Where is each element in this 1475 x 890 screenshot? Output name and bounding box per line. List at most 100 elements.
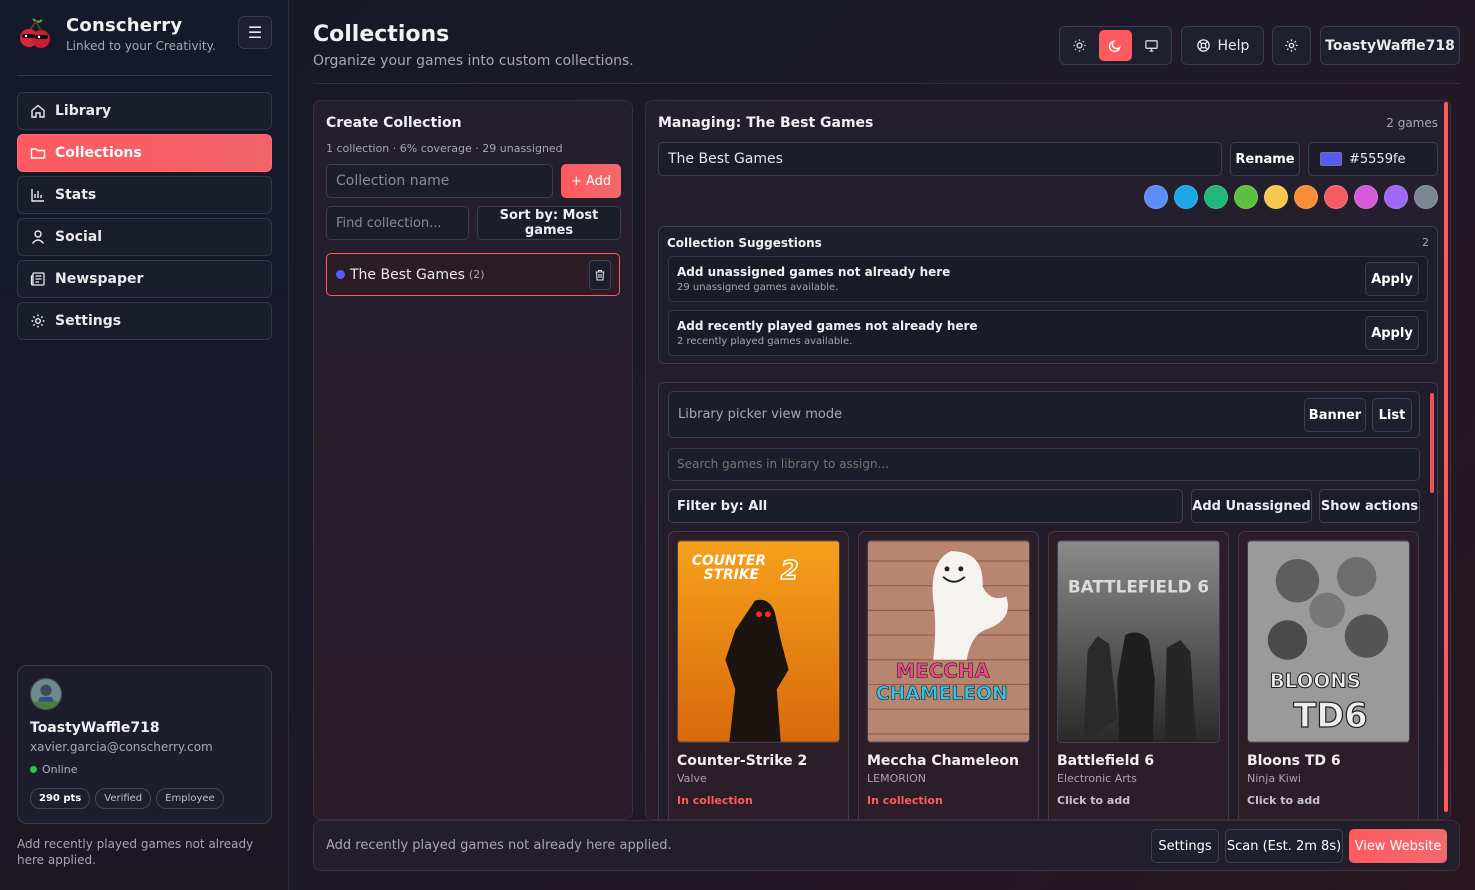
user-icon bbox=[30, 229, 46, 245]
app-name: Conscherry bbox=[66, 15, 183, 36]
color-swatch-option[interactable] bbox=[1354, 185, 1378, 209]
show-actions-button[interactable]: Show actions bbox=[1319, 489, 1420, 523]
picker-scrollbar[interactable] bbox=[1430, 393, 1434, 493]
avatar bbox=[30, 678, 62, 710]
sidebar-toast-message: Add recently played games not already he… bbox=[17, 837, 254, 867]
color-swatch-option[interactable] bbox=[1384, 185, 1408, 209]
light-theme-button[interactable] bbox=[1063, 30, 1096, 61]
newspaper-icon bbox=[30, 271, 46, 287]
apply-suggestion-button[interactable]: Apply bbox=[1365, 262, 1419, 296]
suggestion-item: Add unassigned games not already here 29… bbox=[668, 256, 1428, 302]
sidebar-item-newspaper[interactable]: Newspaper bbox=[17, 260, 272, 298]
system-theme-button[interactable] bbox=[1135, 30, 1168, 61]
apply-suggestion-button[interactable]: Apply bbox=[1365, 316, 1419, 350]
sidebar-item-stats[interactable]: Stats bbox=[17, 176, 272, 214]
add-collection-button[interactable]: + Add bbox=[561, 164, 621, 198]
theme-switcher bbox=[1059, 26, 1172, 65]
game-state: Click to add bbox=[1057, 794, 1131, 807]
game-grid: COUNTER STRIKE 2 Counter-Strike 2 Valve … bbox=[668, 531, 1419, 819]
collection-name-edit-input[interactable] bbox=[668, 151, 1221, 167]
divider bbox=[17, 75, 272, 76]
employee-badge: Employee bbox=[156, 788, 224, 809]
collection-list-item[interactable]: The Best Games (2) bbox=[326, 253, 620, 296]
sidebar-item-settings[interactable]: Settings bbox=[17, 302, 272, 340]
find-collection-field[interactable] bbox=[326, 206, 469, 240]
help-button[interactable]: Help bbox=[1181, 26, 1264, 65]
gear-icon bbox=[1285, 39, 1298, 52]
sidebar-nav: Library Collections Stats Social Newspap… bbox=[17, 92, 272, 344]
online-dot-icon bbox=[30, 766, 37, 773]
profile-name: ToastyWaffle718 bbox=[30, 720, 160, 736]
sidebar-item-label: Newspaper bbox=[55, 271, 144, 287]
game-card[interactable]: BATTLEFIELD 6 Battlefield 6 Electronic A… bbox=[1048, 531, 1229, 819]
status-message: Add recently played games not already he… bbox=[326, 838, 672, 853]
color-swatch-option[interactable] bbox=[1144, 185, 1168, 209]
list-view-button[interactable]: List bbox=[1372, 398, 1412, 432]
menu-toggle-button[interactable]: ☰ bbox=[238, 16, 272, 49]
game-search-input[interactable] bbox=[677, 457, 1407, 471]
profile-card[interactable]: ToastyWaffle718 xavier.garcia@conscherry… bbox=[17, 665, 272, 824]
suggestions-title: Collection Suggestions bbox=[667, 236, 822, 250]
suggestion-title: Add unassigned games not already here bbox=[677, 265, 951, 279]
verified-badge: Verified bbox=[95, 788, 152, 809]
color-swatch-option[interactable] bbox=[1174, 185, 1198, 209]
cover-text: 2 bbox=[781, 556, 799, 586]
sidebar-item-social[interactable]: Social bbox=[17, 218, 272, 256]
points-badge: 290 pts bbox=[30, 788, 91, 809]
color-swatch-option[interactable] bbox=[1264, 185, 1288, 209]
game-title: Bloons TD 6 bbox=[1247, 753, 1341, 769]
game-developer: Valve bbox=[677, 772, 707, 785]
color-picker-field[interactable]: #5559fe bbox=[1308, 142, 1438, 176]
filter-dropdown[interactable]: Filter by: All bbox=[668, 489, 1183, 523]
game-card[interactable]: BLOONS TD6 Bloons TD 6 Ninja Kiwi Click … bbox=[1238, 531, 1419, 819]
game-developer: Ninja Kiwi bbox=[1247, 772, 1301, 785]
sidebar: Conscherry Linked to your Creativity. ☰ … bbox=[0, 0, 289, 890]
game-card[interactable]: MECCHA CHAMELEON Meccha Chameleon LEMORI… bbox=[858, 531, 1039, 819]
manage-panel-scrollbar[interactable] bbox=[1444, 102, 1448, 812]
suggestion-subtitle: 2 recently played games available. bbox=[677, 336, 853, 347]
view-website-button[interactable]: View Website bbox=[1349, 829, 1447, 863]
scan-button[interactable]: Scan (Est. 2m 8s) bbox=[1225, 829, 1343, 863]
collection-suggestions: Collection Suggestions 2 Add unassigned … bbox=[658, 226, 1438, 364]
color-swatch-option[interactable] bbox=[1204, 185, 1228, 209]
user-menu-label: ToastyWaffle718 bbox=[1325, 37, 1455, 54]
sort-collections-button[interactable]: Sort by: Most games bbox=[477, 206, 621, 240]
collection-stats: 1 collection · 6% coverage · 29 unassign… bbox=[326, 142, 563, 155]
moon-icon bbox=[1108, 40, 1121, 53]
game-card[interactable]: COUNTER STRIKE 2 Counter-Strike 2 Valve … bbox=[668, 531, 849, 819]
sun-icon bbox=[1073, 39, 1086, 52]
suggestion-title: Add recently played games not already he… bbox=[677, 319, 978, 333]
rename-button[interactable]: Rename bbox=[1230, 142, 1300, 176]
lifebuoy-icon bbox=[1196, 39, 1210, 52]
sidebar-item-collections[interactable]: Collections bbox=[17, 134, 272, 172]
sidebar-item-library[interactable]: Library bbox=[17, 92, 272, 130]
dark-theme-button[interactable] bbox=[1099, 30, 1132, 61]
monitor-icon bbox=[1145, 40, 1158, 52]
collection-name-field[interactable] bbox=[326, 164, 553, 198]
view-mode-label: Library picker view mode bbox=[678, 407, 843, 422]
color-swatch-option[interactable] bbox=[1414, 185, 1438, 209]
footer-settings-button[interactable]: Settings bbox=[1151, 829, 1219, 863]
color-swatch-option[interactable] bbox=[1294, 185, 1318, 209]
collection-name-edit-field[interactable] bbox=[658, 142, 1222, 176]
status-text: Online bbox=[42, 763, 78, 776]
profile-badges: 290 pts Verified Employee bbox=[30, 788, 224, 809]
create-collection-title: Create Collection bbox=[326, 115, 462, 131]
color-swatch-option[interactable] bbox=[1234, 185, 1258, 209]
find-collection-input[interactable] bbox=[336, 215, 468, 231]
gear-icon bbox=[30, 313, 46, 329]
color-swatch-option[interactable] bbox=[1324, 185, 1348, 209]
game-cover: BLOONS TD6 bbox=[1247, 540, 1410, 743]
app-tagline: Linked to your Creativity. bbox=[66, 39, 216, 53]
profile-email: xavier.garcia@conscherry.com bbox=[30, 740, 213, 754]
settings-button[interactable] bbox=[1272, 26, 1311, 65]
view-mode-bar: Library picker view mode Banner List bbox=[668, 391, 1420, 438]
collection-name-input[interactable] bbox=[336, 173, 552, 189]
game-search-field[interactable] bbox=[668, 448, 1420, 481]
status-bar: Add recently played games not already he… bbox=[313, 820, 1460, 871]
delete-collection-button[interactable] bbox=[589, 260, 611, 290]
add-unassigned-button[interactable]: Add Unassigned bbox=[1191, 489, 1312, 523]
banner-view-button[interactable]: Banner bbox=[1304, 398, 1366, 432]
suggestion-subtitle: 29 unassigned games available. bbox=[677, 282, 839, 293]
user-menu-button[interactable]: ToastyWaffle718 bbox=[1320, 26, 1460, 65]
